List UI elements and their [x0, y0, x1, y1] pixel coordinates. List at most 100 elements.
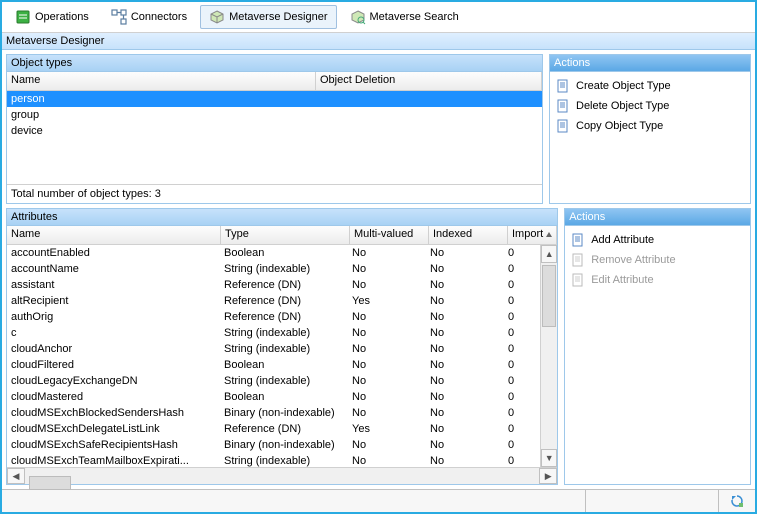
cell-indexed: No — [426, 261, 504, 277]
cell-multi: No — [348, 341, 426, 357]
attributes-panel: Attributes Name Type Multi-valued Indexe… — [6, 208, 558, 485]
cell-multi: No — [348, 357, 426, 373]
attribute-row[interactable]: assistantReference (DN)NoNo0 — [7, 277, 540, 293]
scroll-left-icon[interactable]: ◀ — [7, 468, 25, 484]
cell-deletion — [315, 91, 542, 107]
object-type-row[interactable]: device — [7, 123, 542, 139]
cell-import: 0 — [504, 309, 540, 325]
col-attr-indexed[interactable]: Indexed — [429, 226, 508, 244]
scroll-thumb-h[interactable] — [29, 476, 71, 490]
page-title: Metaverse Designer — [2, 33, 755, 50]
cell-type: String (indexable) — [220, 341, 348, 357]
attribute-row[interactable]: cloudMSExchDelegateListLinkReference (DN… — [7, 421, 540, 437]
status-cell-2 — [586, 490, 719, 512]
col-attr-name[interactable]: Name — [7, 226, 221, 244]
cell-name: c — [7, 325, 220, 341]
main-toolbar: Operations Connectors Metaverse Designer… — [2, 2, 755, 33]
cell-multi: No — [348, 309, 426, 325]
scroll-down-icon[interactable]: ▼ — [541, 449, 557, 467]
cell-multi: No — [348, 373, 426, 389]
document-icon — [556, 79, 570, 93]
cell-import: 0 — [504, 261, 540, 277]
cell-import: 0 — [504, 453, 540, 467]
cell-name: group — [7, 107, 315, 123]
action-label: Add Attribute — [591, 234, 654, 246]
action-item[interactable]: Create Object Type — [556, 76, 744, 96]
refresh-icon — [730, 494, 744, 508]
cell-name: accountEnabled — [7, 245, 220, 261]
cell-name: accountName — [7, 261, 220, 277]
scroll-right-icon[interactable]: ▶ — [539, 468, 557, 484]
cell-name: cloudMSExchTeamMailboxExpirati... — [7, 453, 220, 467]
cell-import: 0 — [504, 437, 540, 453]
document-icon — [556, 99, 570, 113]
attribute-row[interactable]: cloudAnchorString (indexable)NoNo0 — [7, 341, 540, 357]
action-item[interactable]: Add Attribute — [571, 230, 744, 250]
status-refresh[interactable] — [719, 490, 755, 512]
cell-name: cloudMastered — [7, 389, 220, 405]
attribute-row[interactable]: cloudMasteredBooleanNoNo0 — [7, 389, 540, 405]
attributes-vscrollbar[interactable]: ▲ ▼ — [540, 245, 557, 467]
operations-label: Operations — [35, 11, 89, 23]
attribute-row[interactable]: authOrigReference (DN)NoNo0 — [7, 309, 540, 325]
col-name[interactable]: Name — [7, 72, 316, 90]
attribute-row[interactable]: altRecipientReference (DN)YesNo0 — [7, 293, 540, 309]
action-item[interactable]: Delete Object Type — [556, 96, 744, 116]
attributes-header: Attributes — [7, 209, 557, 226]
cell-multi: No — [348, 261, 426, 277]
attribute-row[interactable]: accountEnabledBooleanNoNo0 — [7, 245, 540, 261]
cell-import: 0 — [504, 405, 540, 421]
attributes-columns: Name Type Multi-valued Indexed Import — [7, 226, 557, 245]
cell-indexed: No — [426, 277, 504, 293]
cell-import: 0 — [504, 277, 540, 293]
cell-import: 0 — [504, 341, 540, 357]
cell-name: cloudLegacyExchangeDN — [7, 373, 220, 389]
cell-import: 0 — [504, 389, 540, 405]
operations-icon — [15, 9, 31, 25]
cell-multi: No — [348, 405, 426, 421]
attribute-row[interactable]: cloudFilteredBooleanNoNo0 — [7, 357, 540, 373]
cell-name: person — [7, 91, 315, 107]
cell-deletion — [315, 123, 542, 139]
col-attr-multi[interactable]: Multi-valued — [350, 226, 429, 244]
cell-type: Binary (non-indexable) — [220, 405, 348, 421]
document-icon — [556, 119, 570, 133]
actions-top-header: Actions — [550, 55, 750, 72]
col-attr-import[interactable]: Import — [508, 226, 557, 244]
cell-multi: No — [348, 245, 426, 261]
connectors-button[interactable]: Connectors — [102, 5, 196, 29]
status-cell-1 — [2, 490, 586, 512]
action-item: Remove Attribute — [571, 250, 744, 270]
object-type-row[interactable]: person — [7, 91, 542, 107]
metaverse-search-button[interactable]: Metaverse Search — [341, 5, 468, 29]
cell-name: assistant — [7, 277, 220, 293]
scroll-up-icon[interactable]: ▲ — [541, 245, 557, 263]
object-types-header: Object types — [7, 55, 542, 72]
object-types-columns: Name Object Deletion — [7, 72, 542, 91]
attributes-hscrollbar[interactable]: ◀ ▶ — [7, 467, 557, 484]
col-deletion[interactable]: Object Deletion — [316, 72, 542, 90]
attribute-row[interactable]: cString (indexable)NoNo0 — [7, 325, 540, 341]
object-types-panel: Object types Name Object Deletion person… — [6, 54, 543, 204]
cell-indexed: No — [426, 245, 504, 261]
col-attr-type[interactable]: Type — [221, 226, 350, 244]
cell-name: cloudAnchor — [7, 341, 220, 357]
cell-type: String (indexable) — [220, 325, 348, 341]
cell-type: String (indexable) — [220, 261, 348, 277]
cell-type: Reference (DN) — [220, 293, 348, 309]
attribute-row[interactable]: accountNameString (indexable)NoNo0 — [7, 261, 540, 277]
metaverse-designer-button[interactable]: Metaverse Designer — [200, 5, 336, 29]
object-type-row[interactable]: group — [7, 107, 542, 123]
action-item: Edit Attribute — [571, 270, 744, 290]
action-label: Edit Attribute — [591, 274, 653, 286]
scroll-thumb[interactable] — [542, 265, 556, 327]
attribute-row[interactable]: cloudMSExchSafeRecipientsHashBinary (non… — [7, 437, 540, 453]
cell-import: 0 — [504, 373, 540, 389]
actions-bottom-panel: Actions Add AttributeRemove AttributeEdi… — [564, 208, 751, 485]
attribute-row[interactable]: cloudMSExchTeamMailboxExpirati...String … — [7, 453, 540, 467]
action-item[interactable]: Copy Object Type — [556, 116, 744, 136]
attribute-row[interactable]: cloudLegacyExchangeDNString (indexable)N… — [7, 373, 540, 389]
operations-button[interactable]: Operations — [6, 5, 98, 29]
attribute-row[interactable]: cloudMSExchBlockedSendersHashBinary (non… — [7, 405, 540, 421]
cell-multi: Yes — [348, 293, 426, 309]
